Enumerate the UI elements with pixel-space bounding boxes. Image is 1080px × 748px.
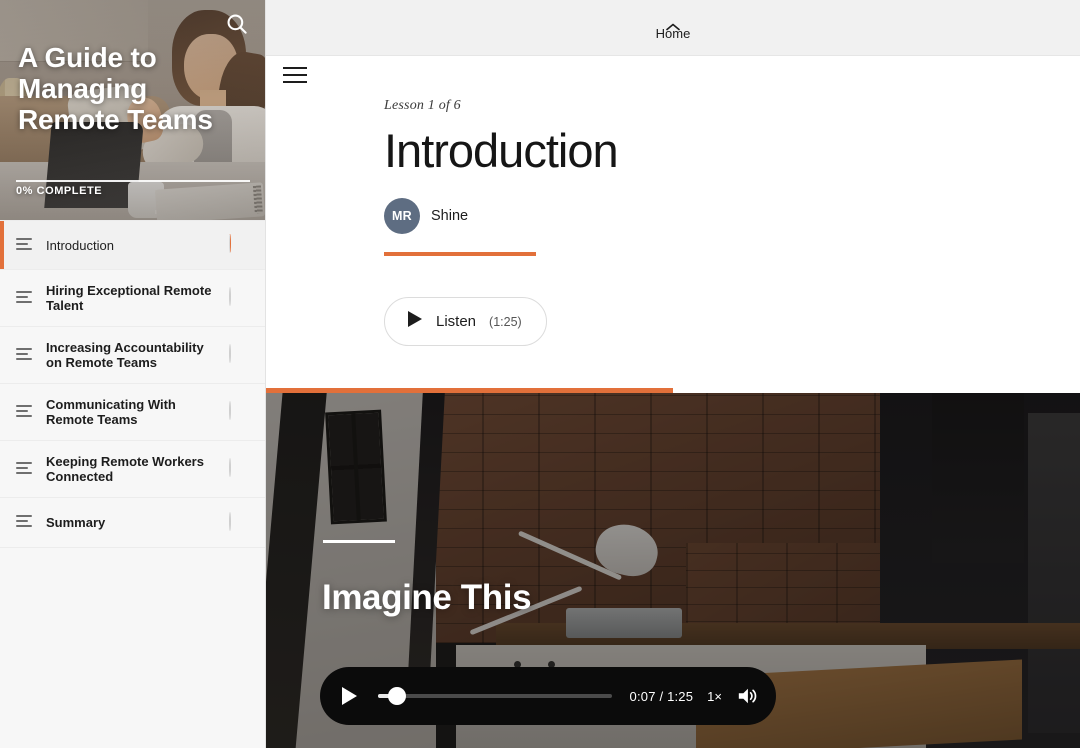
lesson-nav-list: Introduction Hiring Exceptional Remote T… <box>0 220 265 548</box>
sidebar-item-introduction[interactable]: Introduction <box>0 220 265 270</box>
course-progress-label: 0% COMPLETE <box>16 185 103 197</box>
sidebar-item-hiring-exceptional-remote-talent[interactable]: Hiring Exceptional Remote Talent <box>0 270 265 327</box>
volume-high-icon[interactable] <box>736 686 758 706</box>
lesson-status-in-progress <box>229 234 249 255</box>
video-time-display: 0:07 / 1:25 <box>629 688 694 704</box>
page-title: Introduction <box>384 124 619 177</box>
home-label: Home <box>655 26 691 41</box>
sidebar-item-label: Keeping Remote Workers Connected <box>46 454 204 484</box>
video-controls-bar: 0:07 / 1:25 1× <box>320 667 776 725</box>
listen-button[interactable]: Listen (1:25) <box>384 297 547 346</box>
lesson-status-not-started <box>229 287 249 308</box>
sidebar-item-summary[interactable]: Summary <box>0 498 265 548</box>
main-content: Home Lesson 1 of 6 Introduction MR Shine <box>266 0 1080 748</box>
top-bar: Home <box>266 0 1080 56</box>
sidebar-item-communicating-with-remote-teams[interactable]: Communicating With Remote Teams <box>0 384 265 441</box>
video-heading: Imagine This <box>322 578 532 617</box>
lesson-header-panel: Lesson 1 of 6 Introduction MR Shine List… <box>266 56 1080 393</box>
sidebar-item-label: Hiring Exceptional Remote Talent <box>46 283 212 313</box>
sidebar-item-increasing-accountability-on-remote-teams[interactable]: Increasing Accountability on Remote Team… <box>0 327 265 384</box>
video-scrubber-handle[interactable] <box>387 687 406 705</box>
lesson-status-not-started <box>229 511 249 533</box>
course-sidebar: A Guide to Managing Remote Teams 0% COMP… <box>0 0 266 748</box>
sidebar-item-label: Communicating With Remote Teams <box>46 397 176 427</box>
course-player-app: A Guide to Managing Remote Teams 0% COMP… <box>0 0 1080 748</box>
avatar: MR <box>384 198 420 234</box>
listen-label: Listen <box>436 313 477 330</box>
title-underline <box>384 252 536 256</box>
lesson-lines-icon <box>16 237 34 253</box>
lesson-lines-icon <box>16 347 34 363</box>
search-icon[interactable] <box>224 11 250 37</box>
lesson-lines-icon <box>16 290 34 306</box>
sidebar-item-keeping-remote-workers-connected[interactable]: Keeping Remote Workers Connected <box>0 441 265 498</box>
play-icon <box>407 310 423 333</box>
sidebar-item-label: Introduction <box>46 237 114 253</box>
sidebar-item-label: Increasing Accountability on Remote Team… <box>46 340 204 370</box>
lesson-counter: Lesson 1 of 6 <box>384 98 461 113</box>
lesson-status-not-started <box>229 401 249 422</box>
hamburger-menu-icon[interactable] <box>283 67 307 88</box>
video-heading-divider <box>323 540 395 543</box>
listen-duration: (1:25) <box>489 314 522 329</box>
play-icon[interactable] <box>338 685 360 707</box>
video-player[interactable]: Imagine This 0:07 / 1:25 1× <box>266 393 1080 748</box>
lesson-lines-icon <box>16 515 34 530</box>
course-title: A Guide to Managing Remote Teams <box>18 42 213 135</box>
lesson-lines-icon <box>16 404 34 420</box>
lesson-status-not-started <box>229 458 249 479</box>
course-hero: A Guide to Managing Remote Teams 0% COMP… <box>0 0 265 220</box>
sidebar-item-label: Summary <box>46 515 106 530</box>
video-scrubber[interactable] <box>378 687 612 705</box>
author-block: MR Shine <box>384 198 1080 234</box>
lesson-status-not-started <box>229 344 249 365</box>
home-button[interactable]: Home <box>646 14 701 45</box>
course-progress-bar <box>16 180 250 182</box>
chevron-up-icon <box>666 18 680 31</box>
lesson-lines-icon <box>16 461 34 477</box>
author-name: Shine <box>431 208 469 224</box>
playback-speed-button[interactable]: 1× <box>707 689 722 704</box>
